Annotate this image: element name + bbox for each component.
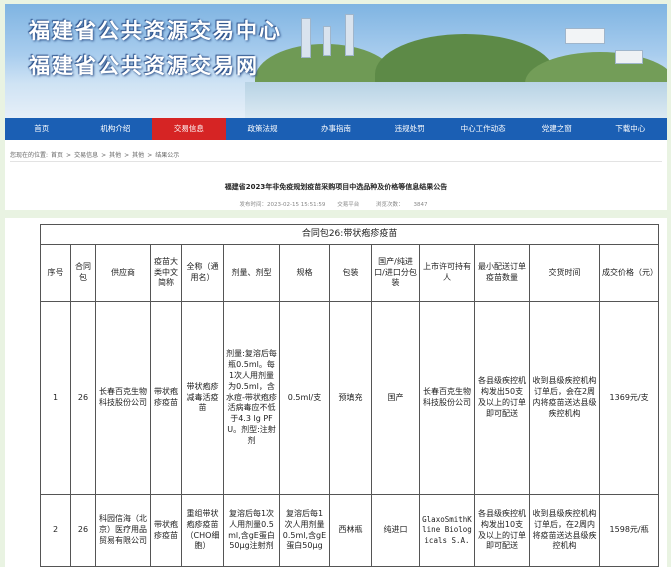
- table-cell: 26: [70, 494, 96, 567]
- table-cell: 西林瓶: [329, 494, 372, 567]
- table-body: 1 26 长春百克生物科技股份公司 带状疱疹疫苗 带状疱疹减毒活疫苗 剂量:复溶后每瓶0.…: [40, 301, 660, 567]
- breadcrumb-separator: >: [66, 152, 72, 159]
- column-header: 疫苗大类中文简称: [150, 244, 182, 302]
- breadcrumb-separator: >: [147, 152, 153, 159]
- table-cell: 国产: [371, 301, 420, 495]
- site-banner: 福建省公共资源交易中心 福建省公共资源交易网: [5, 4, 667, 118]
- result-table: 合同包26:带状疱疹疫苗 序号 合同包 供应商 疫苗大类中文简称 全称（通用名） 剂量、剂…: [39, 224, 660, 567]
- publish-time: 发布时间：2023-02-15 15:51:59: [239, 202, 326, 208]
- column-header: 剂量、剂型: [223, 244, 280, 302]
- nav-item[interactable]: 党建之窗: [520, 118, 594, 140]
- table-cell: 收到县级疾控机构订单后，会在2周内将疫苗送达县级疾控机构: [529, 301, 600, 495]
- banner-building: [565, 28, 605, 44]
- table-cell: 各县级疾控机构发出10支及以上的订单即可配送: [474, 494, 530, 567]
- banner-building: [323, 26, 331, 56]
- column-header: 规格: [279, 244, 330, 302]
- column-header: 上市许可持有人: [419, 244, 475, 302]
- table-cell: 科园信海（北京）医疗用品贸易有限公司: [95, 494, 151, 567]
- banner-title-1: 福建省公共资源交易中心: [29, 19, 282, 43]
- nav-item[interactable]: 首页: [5, 118, 79, 140]
- banner-lake: [245, 82, 667, 118]
- column-header: 全称（通用名）: [181, 244, 224, 302]
- banner-building: [615, 50, 643, 64]
- breadcrumb-link[interactable]: 交易信息: [74, 152, 98, 159]
- table-cell: 剂量:复溶后每瓶0.5ml。每1次人用剂量为0.5ml，含水痘-带状疱疹活病毒应…: [223, 301, 280, 495]
- column-header: 供应商: [95, 244, 151, 302]
- table-cell: 1598元/瓶: [598, 494, 660, 567]
- nav-item[interactable]: 交易信息: [152, 118, 226, 140]
- breadcrumb-prefix: 您现在的位置:: [10, 152, 49, 159]
- table-row: 1 26 长春百克生物科技股份公司 带状疱疹疫苗 带状疱疹减毒活疫苗 剂量:复溶后每瓶0.…: [40, 301, 660, 495]
- divider: [10, 161, 662, 162]
- nav-item[interactable]: 政策法规: [226, 118, 300, 140]
- column-header: 包装: [329, 244, 372, 302]
- table-row: 2 26 科园信海（北京）医疗用品贸易有限公司 带状疱疹疫苗 重组带状疱疹疫苗（CHO细…: [40, 494, 660, 567]
- nav-item[interactable]: 中心工作动态: [446, 118, 520, 140]
- site-header-panel: 福建省公共资源交易中心 福建省公共资源交易网 首页 机构介绍 交易信息 政策法规 办事指…: [5, 4, 667, 210]
- table-cell: 0.5ml/支: [279, 301, 330, 495]
- nav-item[interactable]: 办事指南: [299, 118, 373, 140]
- table-cell: 26: [70, 301, 96, 495]
- breadcrumb-link[interactable]: 其他: [132, 152, 144, 159]
- column-header: 交货时间: [529, 244, 600, 302]
- views-count: 浏览次数： 3847: [371, 202, 433, 208]
- table-cell: 长春百克生物科技股份公司: [419, 301, 475, 495]
- table-cell: 预填充: [329, 301, 372, 495]
- table-caption: 合同包26:带状疱疹疫苗: [39, 224, 660, 245]
- table-header-row: 序号 合同包 供应商 疫苗大类中文简称 全称（通用名） 剂量、剂型 规格 包装 国产/纯进口/进…: [40, 244, 660, 302]
- nav-item[interactable]: 下载中心: [594, 118, 668, 140]
- breadcrumb-link[interactable]: 结果公示: [155, 152, 179, 159]
- nav-item[interactable]: 违规处罚: [373, 118, 447, 140]
- table-cell: 收到县级疾控机构订单后，在2周内将疫苗送达县级疾控机构: [529, 494, 600, 567]
- column-header: 序号: [40, 244, 71, 302]
- result-table-panel: 合同包26:带状疱疹疫苗 序号 合同包 供应商 疫苗大类中文简称 全称（通用名） 剂量、剂…: [5, 218, 667, 567]
- banner-title-2: 福建省公共资源交易网: [29, 54, 259, 78]
- column-header: 国产/纯进口/进口分包装: [371, 244, 420, 302]
- table-cell: 纯进口: [371, 494, 420, 567]
- breadcrumb-link[interactable]: 其他: [109, 152, 121, 159]
- banner-building: [345, 14, 354, 56]
- table-cell: 带状疱疹减毒活疫苗: [181, 301, 224, 495]
- column-header: 合同包: [70, 244, 96, 302]
- breadcrumb-separator: >: [124, 152, 130, 159]
- table-cell: 1: [40, 301, 71, 495]
- column-header: 最小配送订单疫苗数量: [474, 244, 530, 302]
- column-header: 成交价格（元）: [598, 244, 660, 302]
- table-cell: 重组带状疱疹疫苗（CHO细胞）: [181, 494, 224, 567]
- main-nav: 首页 机构介绍 交易信息 政策法规 办事指南 违规处罚 中心工作动态 党建之窗 下载中心: [5, 118, 667, 140]
- breadcrumb: 您现在的位置: 首页 > 交易信息 > 其他 > 其他 > 结果公示: [10, 150, 182, 159]
- table-cell: 带状疱疹疫苗: [150, 494, 182, 567]
- table-cell: 长春百克生物科技股份公司: [95, 301, 151, 495]
- views-value: 3847: [413, 202, 428, 208]
- breadcrumb-link[interactable]: 首页: [51, 152, 63, 159]
- table-cell: 1369元/支: [598, 301, 660, 495]
- table-cell: GlaxoSmithKline Biologicals S.A.: [419, 494, 475, 567]
- notice-source: 交易平台: [337, 202, 360, 208]
- breadcrumb-separator: >: [101, 152, 107, 159]
- table-cell: 2: [40, 494, 71, 567]
- table-cell: 复溶后每1次人用剂量0.5ml,含gE蛋白50μg注射剂: [223, 494, 280, 567]
- table-cell: 各县级疾控机构发出50支及以上的订单即可配送: [474, 301, 530, 495]
- table-cell: 复溶后每1次人用剂量0.5ml,含gE蛋白50μg: [279, 494, 330, 567]
- notice-title: 福建省2023年非免疫规划疫苗采购项目中选品种及价格等信息结果公告: [224, 183, 448, 191]
- views-label: 浏览次数：: [375, 202, 404, 208]
- table-cell: 带状疱疹疫苗: [150, 301, 182, 495]
- banner-building: [301, 18, 311, 58]
- nav-item[interactable]: 机构介绍: [79, 118, 153, 140]
- notice-meta: 发布时间：2023-02-15 15:51:59 交易平台 浏览次数： 3847: [5, 200, 667, 208]
